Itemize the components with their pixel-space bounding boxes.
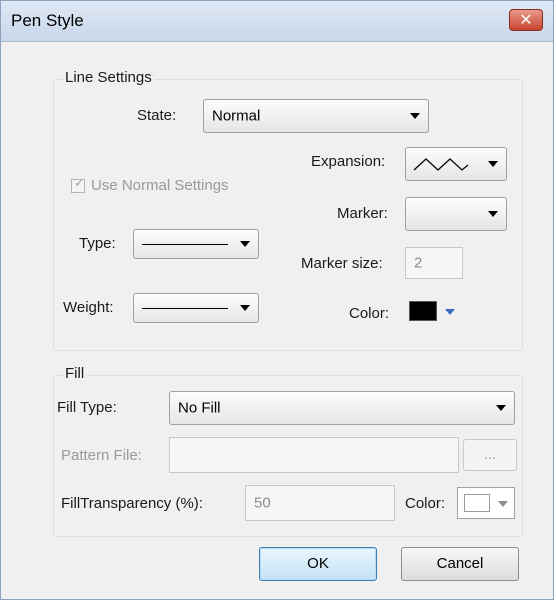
fill-type-select[interactable]: No Fill <box>169 391 515 425</box>
check-icon: ✓ <box>74 176 85 191</box>
weight-select[interactable] <box>133 293 259 323</box>
line-color-picker[interactable] <box>405 297 459 327</box>
cancel-label: Cancel <box>436 555 484 572</box>
chevron-down-icon <box>498 501 508 507</box>
fill-color-picker[interactable] <box>457 487 515 519</box>
marker-label: Marker: <box>337 205 388 222</box>
fill-transparency-value: 50 <box>254 494 271 512</box>
dialog-title: Pen Style <box>11 11 84 30</box>
fill-legend: Fill <box>63 365 87 382</box>
browse-label: ... <box>483 446 497 463</box>
line-weight-preview <box>142 308 228 309</box>
cancel-button[interactable]: Cancel <box>401 547 519 581</box>
expansion-label: Expansion: <box>311 153 386 170</box>
chevron-down-icon <box>410 113 420 119</box>
line-type-preview <box>142 244 228 245</box>
chevron-down-icon <box>488 211 498 217</box>
state-label: State: <box>137 107 177 124</box>
fill-transparency-input[interactable]: 50 <box>245 485 395 521</box>
fill-color-swatch <box>464 494 490 512</box>
line-settings-legend: Line Settings <box>63 69 154 86</box>
chevron-down-icon <box>488 161 498 167</box>
pattern-file-input[interactable] <box>169 437 459 473</box>
ok-button[interactable]: OK <box>259 547 377 581</box>
expansion-preview-icon <box>413 158 469 171</box>
type-select[interactable] <box>133 229 259 259</box>
line-color-swatch <box>409 301 437 321</box>
state-value: Normal <box>212 107 261 125</box>
marker-size-input[interactable]: 2 <box>405 247 463 279</box>
weight-label: Weight: <box>63 299 114 316</box>
marker-size-label: Marker size: <box>301 255 383 272</box>
pattern-file-label: Pattern File: <box>61 447 142 464</box>
fill-type-label: Fill Type: <box>57 399 117 416</box>
chevron-down-icon <box>445 309 455 315</box>
chevron-down-icon <box>240 241 250 247</box>
close-icon: ✕ <box>519 10 533 29</box>
marker-select[interactable] <box>405 197 507 231</box>
pen-style-dialog: Pen Style ✕ Line Settings State: Normal … <box>0 0 554 600</box>
expansion-select[interactable] <box>405 147 507 181</box>
title-bar[interactable]: Pen Style ✕ <box>1 1 553 42</box>
fill-transparency-label: FillTransparency (%): <box>61 495 203 512</box>
browse-button[interactable]: ... <box>463 439 517 471</box>
chevron-down-icon <box>240 305 250 311</box>
state-select[interactable]: Normal <box>203 99 429 133</box>
fill-color-label: Color: <box>405 495 446 512</box>
use-normal-settings-checkbox[interactable]: ✓ <box>71 176 85 193</box>
close-button[interactable]: ✕ <box>509 9 543 31</box>
use-normal-settings-label: Use Normal Settings <box>91 177 229 194</box>
ok-label: OK <box>307 555 329 572</box>
line-color-label: Color: <box>349 305 390 322</box>
type-label: Type: <box>79 235 116 252</box>
fill-type-value: No Fill <box>178 399 221 417</box>
chevron-down-icon <box>496 405 506 411</box>
marker-size-value: 2 <box>414 254 423 272</box>
